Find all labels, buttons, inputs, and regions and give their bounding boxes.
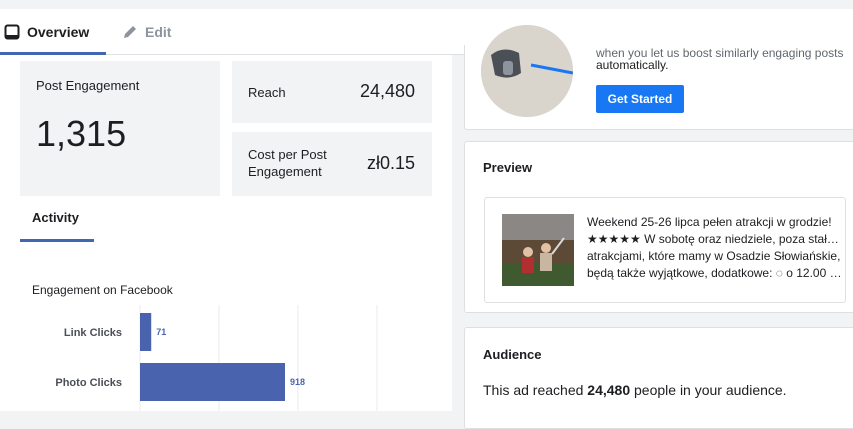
post-engagement-card: Post Engagement 1,315 [20, 61, 220, 196]
cost-per-engagement-label: Cost per Post Engagement [248, 146, 327, 180]
get-started-button[interactable]: Get Started [596, 85, 684, 113]
chart-bar[interactable] [140, 363, 285, 401]
reach-label: Reach [248, 85, 286, 100]
audience-reach-value: 24,480 [587, 382, 631, 398]
audience-summary: This ad reached 24,480 people in your au… [483, 382, 787, 398]
promo-text-block: when you let us boost similarly engaging… [596, 46, 843, 74]
tab-edit[interactable]: Edit [122, 9, 171, 54]
audience-text-after: people in your audience. [630, 382, 787, 398]
tablet-icon [4, 24, 20, 39]
cost-per-engagement-card: Cost per Post Engagement zł0.15 [232, 132, 432, 196]
audience-text-before: This ad reached [483, 382, 588, 398]
post-thumbnail [502, 214, 574, 286]
tab-activity[interactable]: Activity [20, 210, 94, 242]
post-preview[interactable]: Weekend 25-26 lipca pełen atrakcji w gro… [484, 197, 846, 303]
tab-overview-label: Overview [27, 23, 90, 40]
tab-activity-label: Activity [32, 210, 79, 225]
cost-per-engagement-value: zł0.15 [366, 153, 415, 173]
tab-edit-label: Edit [145, 23, 172, 40]
post-line: atrakcjami, które mamy w Osadzie Słowiań… [587, 249, 841, 263]
audience-card: Audience This ad reached 24,480 people i… [464, 327, 853, 429]
chart-category-label: Photo Clicks [55, 377, 122, 389]
promo-illustration [481, 25, 573, 117]
post-line: będą także wyjątkowe, dodatkowe: ◌ o 12.… [587, 266, 842, 280]
reach-value: 24,480 [359, 81, 415, 101]
top-strip [0, 0, 853, 9]
engagement-bar-chart: Link Clicks 71 Photo Clicks 918 [55, 305, 378, 411]
chart-value-label: 918 [290, 377, 305, 387]
preview-card: Preview Weekend 25-26 lipca pełen atrakc… [464, 141, 853, 313]
overview-panel: Post Engagement 1,315 Reach 24,480 Cost … [0, 55, 452, 411]
post-engagement-value: 1,315 [36, 113, 127, 154]
chart-title: Engagement on Facebook [32, 283, 173, 297]
photo-thumbnail-image [502, 214, 574, 286]
hand-pointer-icon [481, 25, 573, 117]
right-column: when you let us boost similarly engaging… [452, 25, 853, 429]
reach-card: Reach 24,480 [232, 61, 432, 123]
cost-label-line1: Cost per Post [248, 147, 327, 162]
tab-activity-indicator [20, 239, 94, 242]
preview-title: Preview [483, 160, 533, 175]
post-preview-text: Weekend 25-26 lipca pełen atrakcji w gro… [587, 214, 842, 282]
boost-promo-card: when you let us boost similarly engaging… [464, 25, 853, 130]
chart-category-label: Link Clicks [64, 327, 122, 339]
chart-value-label: 71 [156, 327, 166, 337]
post-line: Weekend 25-26 lipca pełen atrakcji w gro… [587, 215, 832, 229]
post-line: ★★★★★ W sobotę oraz niedziele, poza stał… [587, 232, 842, 246]
pencil-icon [124, 25, 136, 38]
tab-overview[interactable]: Overview [0, 9, 106, 55]
cost-label-line2: Engagement [248, 164, 322, 179]
promo-text-cut: when you let us boost similarly engaging… [596, 46, 844, 60]
chart-bar[interactable] [140, 313, 152, 351]
audience-title: Audience [483, 347, 542, 362]
post-engagement-label: Post Engagement [36, 78, 140, 93]
